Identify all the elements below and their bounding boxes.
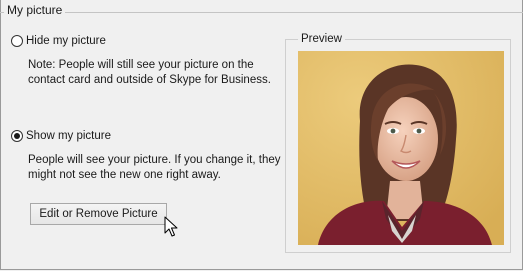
show-picture-label: Show my picture <box>26 130 112 142</box>
hide-picture-note: Note: People will still see your picture… <box>28 59 271 86</box>
group-title: My picture <box>4 3 66 17</box>
profile-photo-image <box>298 51 504 245</box>
show-picture-radio[interactable]: Show my picture <box>11 130 111 142</box>
hide-picture-radio-button[interactable] <box>11 35 23 47</box>
profile-photo <box>298 51 504 245</box>
mouse-pointer-icon <box>164 216 178 237</box>
radio-selected-dot <box>14 133 20 139</box>
preview-title: Preview <box>298 33 345 45</box>
show-picture-radio-button[interactable] <box>11 130 23 142</box>
hide-picture-radio[interactable]: Hide my picture <box>11 35 106 47</box>
hide-picture-label: Hide my picture <box>26 35 106 47</box>
edit-or-remove-picture-button[interactable]: Edit or Remove Picture <box>30 203 167 225</box>
show-picture-note: People will see your picture. If you cha… <box>28 154 281 181</box>
group-divider <box>0 12 523 13</box>
